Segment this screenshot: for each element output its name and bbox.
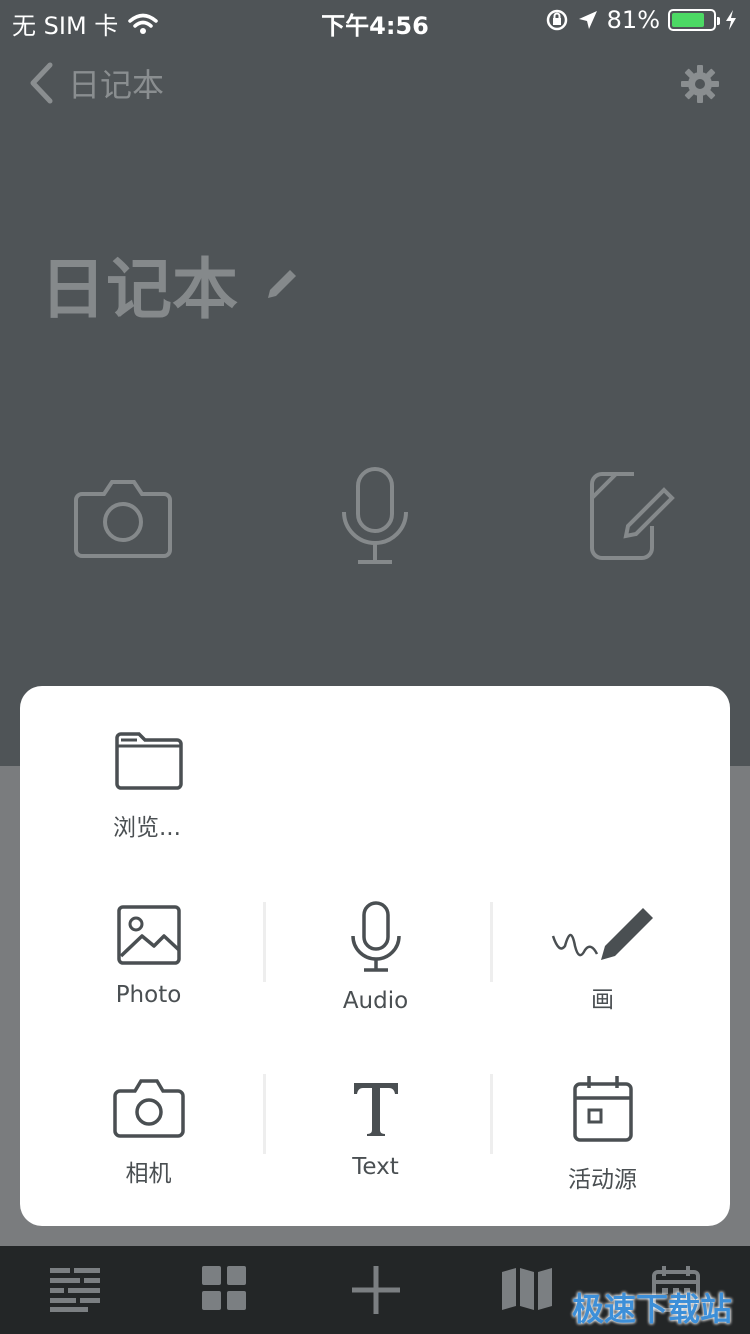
back-button[interactable]: 日记本	[28, 60, 164, 106]
browse-button[interactable]: 浏览...	[35, 730, 262, 842]
back-label: 日记本	[68, 66, 165, 104]
page-title: 日记本	[40, 236, 300, 332]
browse-label: 浏览...	[113, 815, 181, 841]
battery-percent: 81%	[606, 6, 660, 34]
tab-add[interactable]	[350, 1264, 402, 1320]
calendar-icon	[572, 1076, 633, 1142]
tab-grid[interactable]	[202, 1266, 246, 1314]
folder-icon	[114, 732, 183, 790]
location-arrow-icon	[578, 11, 597, 29]
quick-audio-button[interactable]	[340, 466, 410, 570]
audio-label: Audio	[342, 988, 409, 1014]
draw-label: 画	[591, 987, 614, 1013]
audio-button[interactable]: Audio	[262, 900, 489, 1014]
image-icon	[116, 905, 181, 965]
edit-note-icon	[590, 472, 675, 560]
map-icon	[502, 1268, 552, 1310]
charging-bolt-icon	[726, 10, 736, 30]
page-title-text: 日记本	[40, 251, 238, 328]
status-bar: 无 SIM 卡 下午4:56 81%	[0, 0, 750, 40]
pencil-icon[interactable]	[264, 266, 300, 302]
microphone-icon	[342, 467, 408, 564]
camera-icon	[74, 480, 172, 558]
watermark: 极速下载站	[571, 1290, 732, 1328]
battery-cap	[717, 17, 720, 25]
add-content-panel: 浏览... Photo Audio 画 相机 Text 活动源	[20, 686, 730, 1226]
tab-map[interactable]	[502, 1266, 552, 1316]
camera-button[interactable]: 相机	[35, 1078, 262, 1188]
camera-icon	[112, 1079, 185, 1138]
settings-button[interactable]	[680, 64, 720, 104]
draw-pencil-icon	[551, 908, 653, 960]
nav-bar: 日记本	[0, 50, 750, 120]
chevron-left-icon	[30, 62, 53, 104]
draw-button[interactable]: 画	[489, 906, 716, 1014]
quick-note-button[interactable]	[586, 470, 676, 566]
gear-icon	[681, 65, 719, 103]
battery-icon	[668, 9, 720, 31]
quick-actions	[0, 460, 750, 580]
status-right: 81%	[545, 6, 738, 34]
text-button[interactable]: Text	[262, 1080, 489, 1180]
microphone-icon	[350, 901, 401, 972]
quick-camera-button[interactable]	[74, 476, 172, 562]
tab-list[interactable]	[50, 1266, 100, 1316]
activity-feed-button[interactable]: 活动源	[489, 1074, 716, 1194]
text-label: Text	[352, 1154, 399, 1180]
photo-button[interactable]: Photo	[35, 904, 262, 1008]
plus-icon	[352, 1266, 400, 1314]
text-t-icon	[353, 1083, 398, 1136]
battery-fill	[672, 13, 705, 27]
camera-label: 相机	[125, 1161, 172, 1187]
list-icon	[50, 1268, 100, 1312]
activity-feed-label: 活动源	[568, 1167, 637, 1193]
grid-icon	[202, 1266, 246, 1310]
photo-label: Photo	[115, 982, 182, 1008]
orientation-lock-icon	[546, 9, 567, 31]
